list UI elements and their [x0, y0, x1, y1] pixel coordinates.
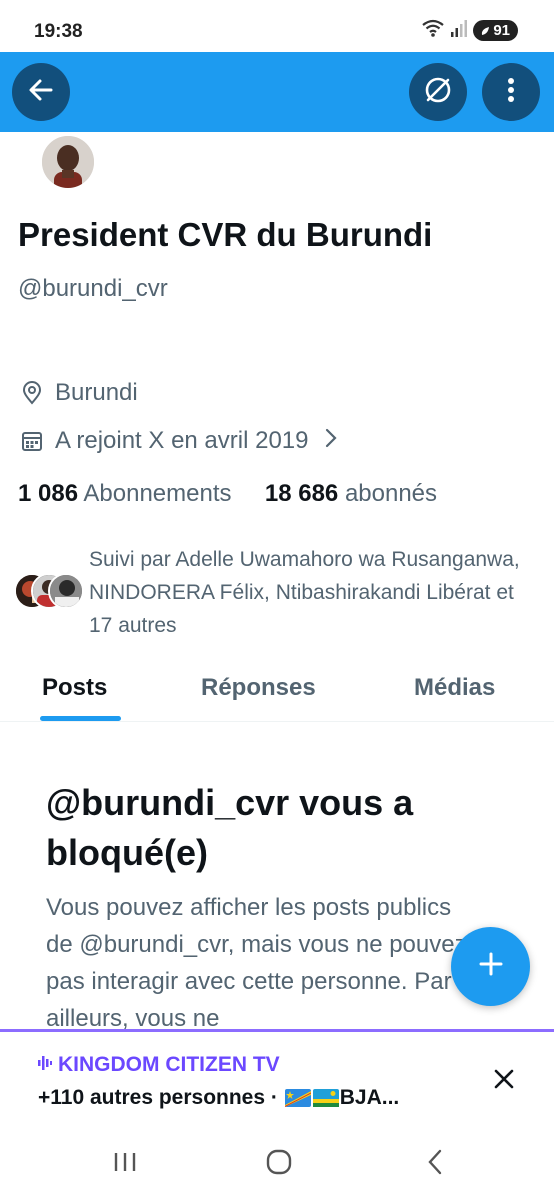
following-label: Abonnements	[83, 480, 232, 507]
status-bar: 19:38 91	[0, 0, 554, 52]
tab-posts[interactable]: Posts	[42, 674, 107, 702]
joined-text: A rejoint X en avril 2019	[55, 427, 309, 454]
battery-level: 91	[493, 22, 510, 39]
follower-avatar	[48, 573, 84, 609]
home-icon	[265, 1149, 293, 1180]
following-link[interactable]: 1 086 Abonnements	[18, 480, 232, 507]
calendar-icon	[20, 429, 44, 453]
flag-drc-icon	[284, 1089, 311, 1107]
plus-icon	[477, 950, 505, 983]
hide-button[interactable]	[409, 63, 467, 121]
more-options-button[interactable]	[482, 63, 540, 121]
profile-header	[0, 52, 554, 132]
user-handle: @burundi_cvr	[18, 275, 168, 302]
home-button[interactable]	[264, 1149, 294, 1179]
close-space-button[interactable]	[490, 1067, 518, 1095]
following-count: 1 086	[18, 480, 79, 507]
space-title: KINGDOM CITIZEN TV	[58, 1053, 280, 1076]
joined-row[interactable]: A rejoint X en avril 2019	[20, 427, 337, 455]
space-subtitle-row: +110 autres personnes · BJA...	[38, 1086, 399, 1110]
recent-apps-button[interactable]	[110, 1149, 140, 1179]
battery-icon: 91	[473, 20, 518, 41]
tab-replies[interactable]: Réponses	[201, 674, 316, 702]
followed-by-text[interactable]: Suivi par Adelle Uwamahoro wa Rusanganwa…	[89, 543, 529, 642]
location-row: Burundi	[20, 379, 138, 407]
display-name: President CVR du Burundi	[18, 216, 433, 253]
chevron-right-icon	[325, 427, 337, 455]
signal-icon	[451, 19, 468, 42]
status-time: 19:38	[34, 21, 83, 42]
space-subtitle-tail: BJA...	[339, 1086, 400, 1109]
more-vertical-icon	[507, 77, 515, 108]
follow-stats: 1 086 Abonnements 18 686 abonnés	[18, 480, 437, 508]
close-icon	[493, 1068, 515, 1095]
followers-label: abonnés	[344, 480, 438, 507]
followers-link[interactable]: 18 686 abonnés	[265, 480, 437, 507]
arrow-left-icon	[27, 76, 55, 109]
no-entry-icon	[422, 74, 454, 111]
active-tab-indicator	[40, 716, 121, 721]
audio-wave-icon	[38, 1053, 52, 1077]
back-nav-button[interactable]	[420, 1149, 450, 1179]
followed-by-avatars[interactable]	[14, 573, 86, 609]
tab-media[interactable]: Médias	[414, 674, 495, 702]
status-icons: 91	[421, 18, 518, 43]
location-text: Burundi	[55, 379, 138, 406]
live-space-bar[interactable]: KINGDOM CITIZEN TV +110 autres personnes…	[0, 1029, 554, 1125]
location-pin-icon	[20, 381, 44, 405]
blocked-title: @burundi_cvr vous a bloqué(e)	[46, 782, 414, 873]
system-nav-bar	[0, 1125, 554, 1200]
space-title-row: KINGDOM CITIZEN TV	[38, 1053, 280, 1077]
profile-tabs: Posts Réponses Médias	[0, 664, 554, 722]
compose-post-button[interactable]	[451, 927, 530, 1006]
profile-avatar[interactable]	[40, 134, 96, 190]
followers-count: 18 686	[264, 480, 339, 507]
wifi-icon	[421, 18, 445, 43]
back-button[interactable]	[12, 63, 70, 121]
recent-apps-icon	[112, 1150, 138, 1179]
back-icon	[426, 1149, 444, 1180]
flag-rwanda-icon	[312, 1089, 339, 1107]
space-listeners: +110 autres personnes ·	[38, 1086, 284, 1109]
blocked-text: Vous pouvez afficher les posts publics d…	[46, 894, 467, 1031]
